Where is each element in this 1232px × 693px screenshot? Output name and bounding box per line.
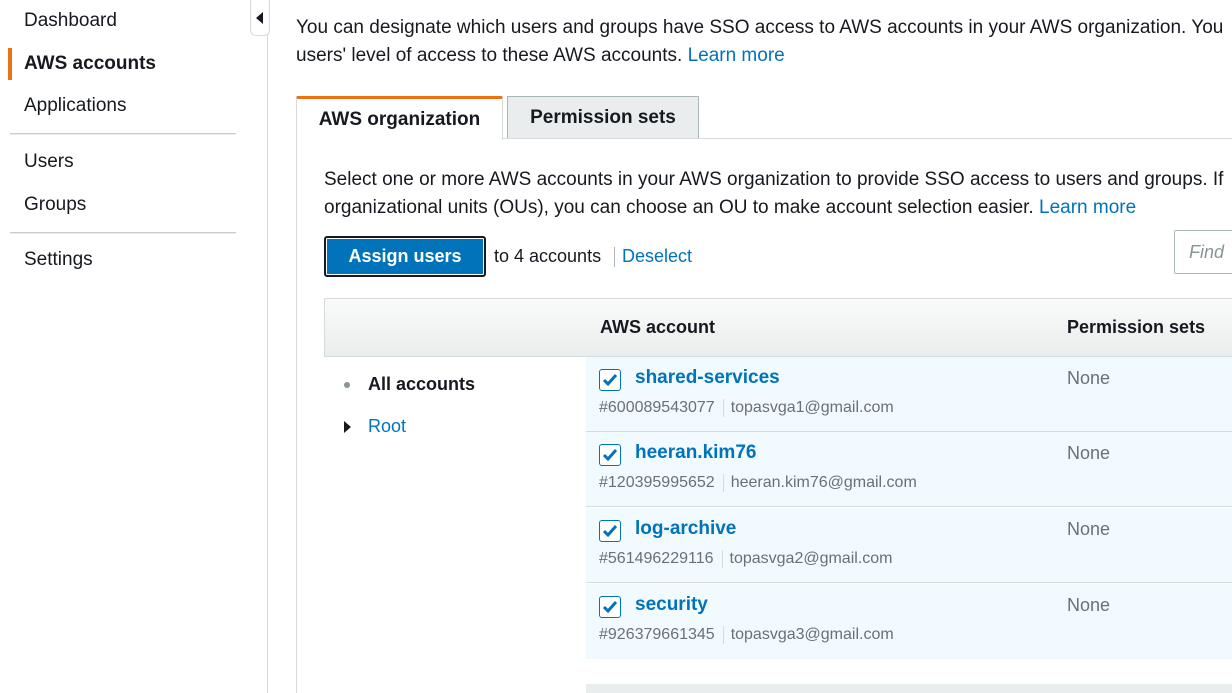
checkmark-icon bbox=[602, 601, 618, 614]
panel-border bbox=[296, 138, 297, 693]
table-row[interactable]: heeran.kim76 #120395995652 heeran.kim76@… bbox=[586, 432, 1232, 507]
table-footer bbox=[586, 684, 1232, 693]
column-header-permission-sets[interactable]: Permission sets bbox=[1067, 317, 1205, 338]
nav-item-settings[interactable]: Settings bbox=[24, 249, 93, 271]
account-meta: #120395995652 heeran.kim76@gmail.com bbox=[599, 474, 917, 492]
permission-sets-value: None bbox=[1067, 519, 1111, 539]
caret-right-icon[interactable] bbox=[344, 420, 351, 433]
panel-line-1: Select one or more AWS accounts in your … bbox=[324, 169, 1224, 190]
learn-more-link[interactable]: Learn more bbox=[1039, 197, 1136, 218]
checkmark-icon bbox=[602, 374, 618, 387]
row-checkbox[interactable] bbox=[599, 520, 621, 542]
permission-sets-value: None bbox=[1067, 443, 1111, 463]
account-name-link[interactable]: shared-services bbox=[635, 367, 780, 389]
sidebar: Dashboard AWS accounts Applications User… bbox=[0, 0, 268, 693]
meta-separator bbox=[722, 626, 724, 644]
caret-left-icon bbox=[256, 11, 263, 24]
table-row[interactable]: shared-services #600089543077 topasvga1@… bbox=[586, 357, 1232, 432]
table-row[interactable]: security #926379661345 topasvga3@gmail.c… bbox=[586, 584, 1232, 659]
account-email: topasvga1@gmail.com bbox=[730, 399, 894, 416]
nav-item-users[interactable]: Users bbox=[24, 151, 74, 173]
account-email: topasvga2@gmail.com bbox=[729, 550, 893, 567]
find-input[interactable] bbox=[1174, 230, 1232, 274]
action-separator bbox=[614, 247, 615, 267]
tree-label-all-accounts: All accounts bbox=[368, 374, 476, 394]
row-checkbox[interactable] bbox=[599, 369, 621, 391]
tree-item-root[interactable]: Root bbox=[344, 416, 406, 437]
permission-sets-value: None bbox=[1067, 595, 1111, 615]
nav-item-aws-accounts[interactable]: AWS accounts bbox=[24, 53, 156, 75]
nav-divider bbox=[10, 232, 236, 234]
selected-count-text: to 4 accounts bbox=[494, 246, 602, 266]
panel-line-2-text: organizational units (OUs), you can choo… bbox=[324, 197, 1034, 218]
account-id: #926379661345 bbox=[599, 626, 715, 643]
checkmark-icon bbox=[602, 449, 618, 462]
row-checkbox[interactable] bbox=[599, 596, 621, 618]
panel-description: Select one or more AWS accounts in your … bbox=[324, 166, 1232, 222]
bullet-icon bbox=[344, 381, 350, 388]
intro-line-2-text: users' level of access to these AWS acco… bbox=[296, 45, 683, 66]
collapse-sidebar-button[interactable] bbox=[250, 0, 270, 36]
account-meta: #561496229116 topasvga2@gmail.com bbox=[599, 550, 892, 568]
account-email: topasvga3@gmail.com bbox=[730, 626, 894, 643]
meta-separator bbox=[721, 550, 723, 568]
account-id: #561496229116 bbox=[599, 550, 714, 567]
account-name-link[interactable]: heeran.kim76 bbox=[635, 442, 756, 464]
checkmark-icon bbox=[602, 525, 618, 538]
panel-line-2: organizational units (OUs), you can choo… bbox=[324, 194, 1232, 222]
learn-more-link[interactable]: Learn more bbox=[688, 45, 785, 66]
tab-permission-sets[interactable]: Permission sets bbox=[507, 96, 699, 139]
row-checkbox[interactable] bbox=[599, 444, 621, 466]
tree-item-all-accounts[interactable]: All accounts bbox=[344, 374, 475, 395]
tab-aws-organization[interactable]: AWS organization bbox=[296, 96, 503, 140]
account-meta: #926379661345 topasvga3@gmail.com bbox=[599, 626, 894, 644]
intro-line-2: users' level of access to these AWS acco… bbox=[296, 42, 1232, 70]
nav-divider bbox=[10, 133, 236, 135]
intro-line-1: You can designate which users and groups… bbox=[296, 17, 1224, 38]
permission-sets-value: None bbox=[1067, 368, 1111, 388]
nav-item-groups[interactable]: Groups bbox=[24, 194, 86, 216]
intro-text: You can designate which users and groups… bbox=[296, 14, 1232, 70]
active-indicator bbox=[8, 48, 12, 80]
account-meta: #600089543077 topasvga1@gmail.com bbox=[599, 399, 894, 417]
deselect-link[interactable]: Deselect bbox=[622, 246, 692, 267]
tree-label-root[interactable]: Root bbox=[368, 416, 406, 437]
nav-item-applications[interactable]: Applications bbox=[24, 95, 126, 117]
nav-item-dashboard[interactable]: Dashboard bbox=[24, 10, 117, 32]
meta-separator bbox=[722, 474, 724, 492]
assign-users-button[interactable]: Assign users bbox=[324, 236, 486, 277]
meta-separator bbox=[722, 399, 724, 417]
column-header-aws-account[interactable]: AWS account bbox=[600, 317, 715, 338]
table-row[interactable]: log-archive #561496229116 topasvga2@gmai… bbox=[586, 508, 1232, 583]
account-name-link[interactable]: security bbox=[635, 594, 708, 616]
account-email: heeran.kim76@gmail.com bbox=[730, 474, 917, 491]
account-name-link[interactable]: log-archive bbox=[635, 518, 736, 540]
account-id: #120395995652 bbox=[599, 474, 715, 491]
account-id: #600089543077 bbox=[599, 399, 715, 416]
